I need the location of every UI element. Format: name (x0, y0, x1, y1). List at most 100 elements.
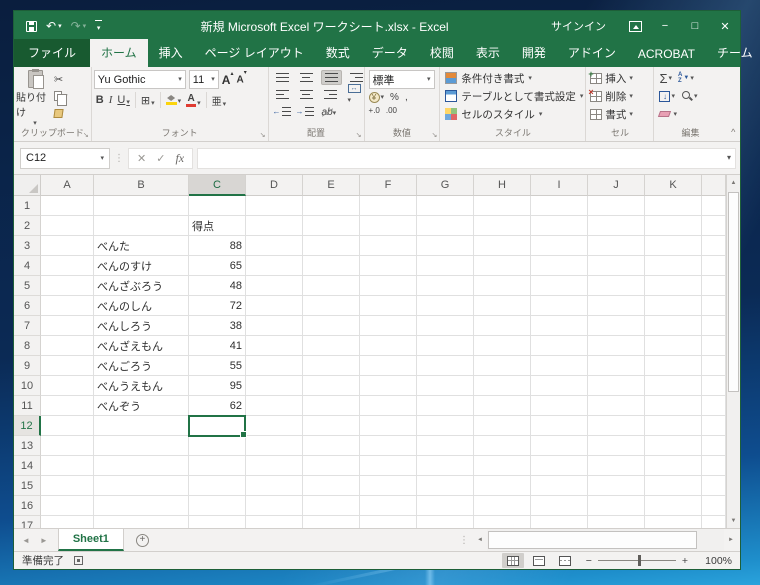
cut-button[interactable]: ✂ (54, 72, 68, 86)
grid-cell-J14[interactable] (588, 456, 645, 476)
grid-cell-E6[interactable] (303, 296, 360, 316)
grid-cell-D13[interactable] (246, 436, 303, 456)
grid-cell-partial[interactable] (702, 296, 726, 316)
grid-cell-K2[interactable] (645, 216, 702, 236)
grid-cell-A5[interactable] (41, 276, 94, 296)
grid-cell-H17[interactable] (474, 516, 531, 528)
dialog-launcher-icon[interactable]: ↘ (356, 131, 362, 139)
row-header-4[interactable]: 4 (14, 256, 41, 276)
formula-input[interactable]: ▾ (197, 147, 736, 169)
format-cells-button[interactable]: 書式 ▾ (590, 106, 651, 122)
grid-cell-J13[interactable] (588, 436, 645, 456)
comma-button[interactable]: , (405, 92, 408, 103)
grid-cell-J5[interactable] (588, 276, 645, 296)
grid-cell-E15[interactable] (303, 476, 360, 496)
grid-cell-E1[interactable] (303, 196, 360, 216)
grid-cell-H15[interactable] (474, 476, 531, 496)
horizontal-scrollbar[interactable]: ◄ ► (473, 529, 738, 551)
redo-button[interactable]: ↷ ▾ (71, 20, 87, 32)
grid-cell-H5[interactable] (474, 276, 531, 296)
grid-cell-E2[interactable] (303, 216, 360, 236)
grid-cell-partial[interactable] (702, 516, 726, 528)
grid-cell-I3[interactable] (531, 236, 588, 256)
grid-cell-D8[interactable] (246, 336, 303, 356)
grid-cell-B11[interactable]: べんぞう (94, 396, 189, 416)
grid-cell-J3[interactable] (588, 236, 645, 256)
grid-cell-C14[interactable] (189, 456, 246, 476)
grid-cell-D15[interactable] (246, 476, 303, 496)
grid-cell-J9[interactable] (588, 356, 645, 376)
grid-cell-G1[interactable] (417, 196, 474, 216)
tab-formulas[interactable]: 数式 (315, 39, 361, 67)
grid-cell-G15[interactable] (417, 476, 474, 496)
grid-cell-A13[interactable] (41, 436, 94, 456)
grid-cell-partial[interactable] (702, 436, 726, 456)
grid-cell-B9[interactable]: べんごろう (94, 356, 189, 376)
enter-button[interactable]: ✓ (156, 152, 165, 165)
grid-cell-K12[interactable] (645, 416, 702, 436)
grid-cell-C4[interactable]: 65 (189, 256, 246, 276)
number-format-combo[interactable]: 標準 ▾ (368, 70, 435, 89)
grid-cell-D1[interactable] (246, 196, 303, 216)
grid-cell-J10[interactable] (588, 376, 645, 396)
italic-button[interactable]: I (109, 94, 113, 106)
grid-cell-C3[interactable]: 88 (189, 236, 246, 256)
row-header-7[interactable]: 7 (14, 316, 41, 336)
row-header-14[interactable]: 14 (14, 456, 41, 476)
tab-home[interactable]: ホーム (90, 39, 148, 67)
delete-cells-button[interactable]: × 削除 ▾ (588, 87, 651, 104)
align-bottom-button[interactable] (320, 70, 342, 85)
grid-cell-E9[interactable] (303, 356, 360, 376)
row-header-6[interactable]: 6 (14, 296, 41, 316)
grid-cell-K1[interactable] (645, 196, 702, 216)
insert-function-button[interactable]: fx (175, 151, 184, 166)
grid-cell-C7[interactable]: 38 (189, 316, 246, 336)
copy-button[interactable]: ▾ (54, 89, 68, 106)
row-header-1[interactable]: 1 (14, 196, 41, 216)
grid-cell-partial[interactable] (702, 316, 726, 336)
previous-sheet-button[interactable]: ◄ (22, 536, 30, 545)
save-button[interactable] (26, 20, 37, 32)
grid-cell-B16[interactable] (94, 496, 189, 516)
name-box[interactable]: C12 ▾ (20, 147, 110, 169)
decrease-decimal-button[interactable]: .00 (386, 106, 397, 115)
grid-cell-C17[interactable] (189, 516, 246, 528)
grid-cell-I1[interactable] (531, 196, 588, 216)
align-top-button[interactable] (273, 71, 292, 84)
grid-cell-B3[interactable]: べんた (94, 236, 189, 256)
customize-qat-button[interactable]: ▾ (95, 20, 103, 32)
grid-cell-D7[interactable] (246, 316, 303, 336)
expand-formula-bar-icon[interactable]: ▾ (727, 154, 731, 162)
grid-cell-G8[interactable] (417, 336, 474, 356)
grid-cell-J8[interactable] (588, 336, 645, 356)
tab-file[interactable]: ファイル (14, 39, 91, 67)
grid-cell-B15[interactable] (94, 476, 189, 496)
autosum-button[interactable]: Σ ▾ (659, 72, 672, 85)
conditional-formatting-button[interactable]: 条件付き書式 ▾ (445, 70, 583, 86)
grid-cell-G2[interactable] (417, 216, 474, 236)
grid-cell-I15[interactable] (531, 476, 588, 496)
align-left-button[interactable] (273, 88, 292, 101)
grid-cell-E4[interactable] (303, 256, 360, 276)
grid-cell-partial[interactable] (702, 336, 726, 356)
grid-cell-F9[interactable] (360, 356, 417, 376)
insert-cells-button[interactable]: + 挿入 ▾ (588, 69, 651, 86)
zoom-out-button[interactable]: − (586, 555, 592, 567)
grid-cell-partial[interactable] (702, 276, 726, 296)
grid-cell-F10[interactable] (360, 376, 417, 396)
grid-cell-E16[interactable] (303, 496, 360, 516)
sign-in-button[interactable]: サインイン (537, 18, 620, 34)
grid-cell-G10[interactable] (417, 376, 474, 396)
grid-cell-E13[interactable] (303, 436, 360, 456)
grid-cell-F13[interactable] (360, 436, 417, 456)
grid-cell-D12[interactable] (246, 416, 303, 436)
font-size-combo[interactable]: 11 ▾ (188, 70, 219, 89)
fill-color-button[interactable]: ▾ (165, 95, 181, 105)
grid-cell-F7[interactable] (360, 316, 417, 336)
grid-cell-C11[interactable]: 62 (189, 396, 246, 416)
grid-cell-E8[interactable] (303, 336, 360, 356)
grid-cell-G5[interactable] (417, 276, 474, 296)
grid-cell-D17[interactable] (246, 516, 303, 528)
format-painter-button[interactable] (53, 106, 68, 120)
column-header-J[interactable]: J (588, 175, 645, 196)
